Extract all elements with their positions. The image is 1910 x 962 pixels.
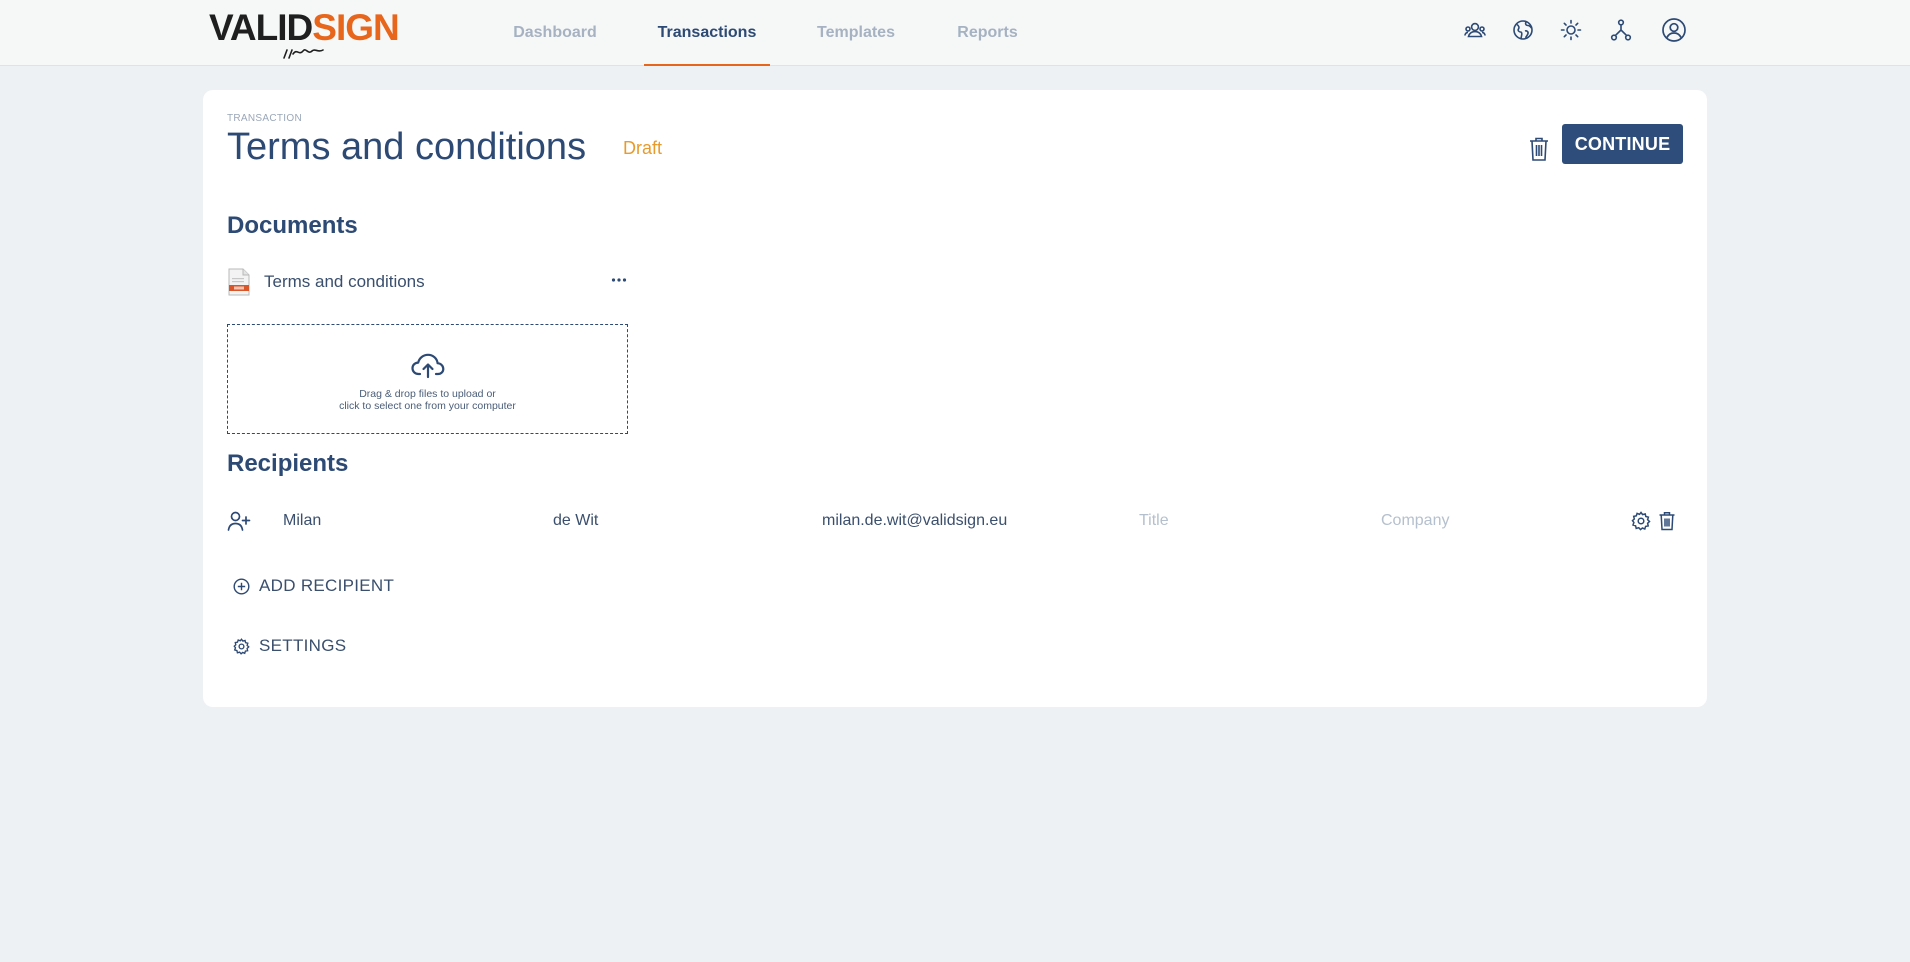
- recipient-title-field[interactable]: Title: [1139, 512, 1169, 530]
- transaction-card: TRANSACTION Terms and conditions Draft C…: [203, 90, 1707, 707]
- recipient-last-name[interactable]: de Wit: [553, 512, 598, 530]
- network-icon[interactable]: [1607, 16, 1635, 44]
- logo-word-valid: VALID: [209, 7, 313, 48]
- settings-button[interactable]: SETTINGS: [233, 633, 346, 659]
- trash-icon: [1659, 512, 1675, 531]
- top-bar: VALIDSIGN Dashboard Transactions Templat…: [0, 0, 1910, 66]
- document-more-button[interactable]: [607, 268, 631, 292]
- recipient-delete-button[interactable]: [1655, 509, 1679, 533]
- status-badge: Draft: [623, 138, 663, 158]
- pdf-file-icon: [228, 268, 250, 296]
- add-recipient-button[interactable]: ADD RECIPIENT: [233, 573, 394, 599]
- recipients-heading: Recipients: [227, 450, 349, 477]
- page-eyebrow: TRANSACTION: [227, 113, 302, 124]
- add-recipient-label: ADD RECIPIENT: [259, 576, 395, 595]
- signature-squiggle-icon: [283, 49, 324, 59]
- recipient-first-name[interactable]: Milan: [283, 512, 321, 530]
- plus-circle-icon: [233, 577, 250, 595]
- settings-label: SETTINGS: [259, 636, 347, 655]
- more-horizontal-icon: [611, 278, 627, 282]
- recipient-settings-button[interactable]: [1629, 509, 1653, 533]
- nav-templates[interactable]: Templates: [806, 0, 906, 66]
- recipient-row: Milan de Wit milan.de.wit@validsign.eu T…: [227, 505, 1683, 537]
- nav-transactions[interactable]: Transactions: [644, 0, 770, 66]
- cloud-upload-icon: [411, 353, 445, 379]
- nav-dashboard[interactable]: Dashboard: [505, 0, 605, 66]
- user-plus-icon: [227, 511, 251, 531]
- trash-icon: [1530, 137, 1548, 161]
- document-row: Terms and conditions: [227, 266, 631, 298]
- dropzone-text-line2: click to select one from your computer: [339, 400, 516, 412]
- nav-reports[interactable]: Reports: [945, 0, 1030, 66]
- recipient-email[interactable]: milan.de.wit@validsign.eu: [822, 512, 1007, 530]
- file-dropzone[interactable]: Drag & drop files to upload or click to …: [227, 324, 628, 434]
- recipient-type-button[interactable]: [227, 509, 251, 533]
- documents-heading: Documents: [227, 212, 358, 239]
- user-circle-icon[interactable]: [1660, 16, 1688, 44]
- logo-word-sign: SIGN: [312, 7, 399, 48]
- document-name[interactable]: Terms and conditions: [264, 272, 425, 292]
- recipient-company-field[interactable]: Company: [1381, 512, 1449, 530]
- dropzone-text-line1: Drag & drop files to upload or: [359, 388, 496, 400]
- validsign-logo[interactable]: VALIDSIGN: [209, 6, 400, 60]
- gear-icon: [1631, 511, 1651, 531]
- page-title[interactable]: Terms and conditions: [227, 126, 586, 169]
- delete-transaction-button[interactable]: [1525, 132, 1553, 166]
- gear-icon: [233, 637, 250, 655]
- sun-icon[interactable]: [1557, 16, 1585, 44]
- continue-button[interactable]: CONTINUE: [1562, 124, 1683, 164]
- users-icon[interactable]: [1461, 16, 1489, 44]
- globe-icon[interactable]: [1509, 16, 1537, 44]
